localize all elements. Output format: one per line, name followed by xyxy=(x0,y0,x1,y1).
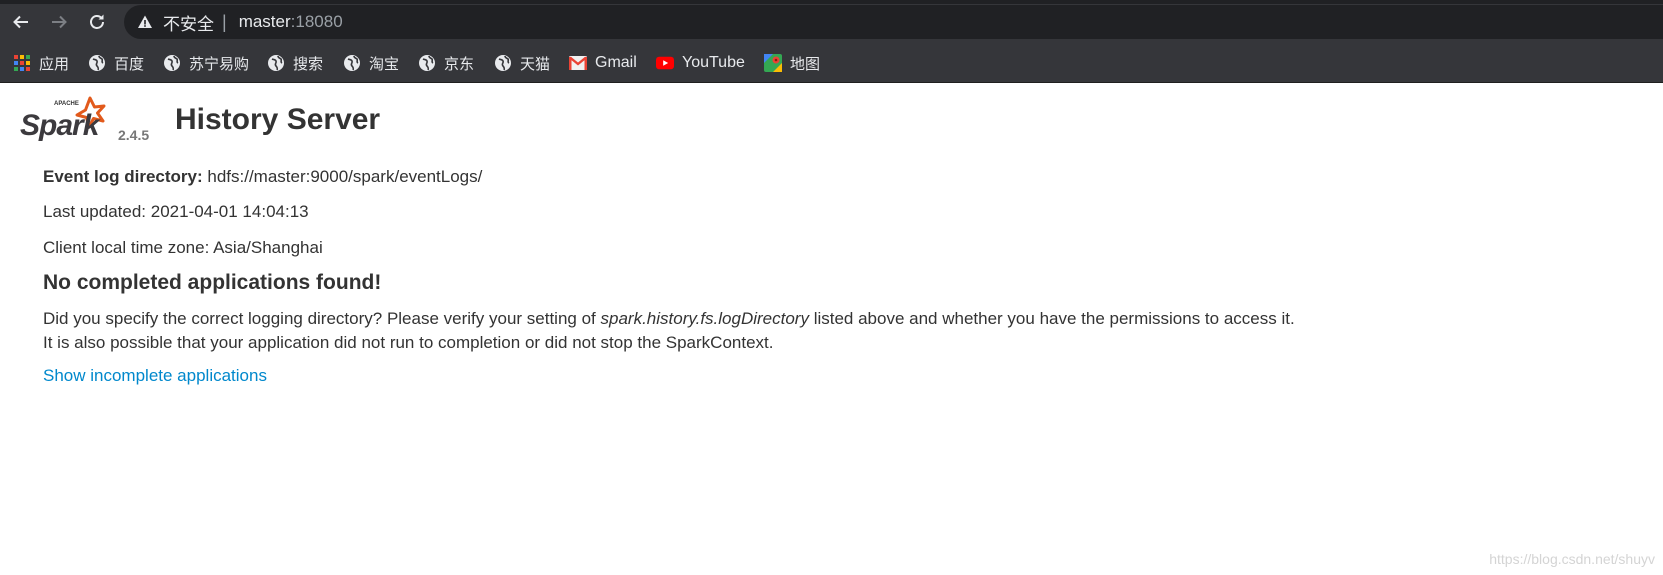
no-applications-heading: No completed applications found! xyxy=(43,271,382,294)
spark-wordmark: Spark xyxy=(20,109,101,142)
bookmark-search[interactable]: 搜索 xyxy=(267,44,323,82)
show-incomplete-applications-link[interactable]: Show incomplete applications xyxy=(43,366,267,386)
page-content: APACHE Spark 2.4.5 History Server Event … xyxy=(0,83,1663,575)
bookmark-label: 地图 xyxy=(790,54,821,73)
client-time-zone: Client local time zone: Asia/Shanghai xyxy=(43,238,323,257)
bookmark-label: YouTube xyxy=(682,54,745,71)
url-host: master xyxy=(238,12,291,31)
bookmark-label: Gmail xyxy=(595,54,637,71)
bookmark-apps[interactable]: 应用 xyxy=(13,44,69,82)
back-button[interactable] xyxy=(7,8,35,36)
tab-strip-edge xyxy=(0,0,1663,4)
back-arrow-icon xyxy=(13,15,28,29)
forward-arrow-icon xyxy=(52,15,67,29)
gmail-icon xyxy=(569,54,587,72)
spark-star-icon: APACHE Spark xyxy=(20,96,106,142)
watermark: https://blog.csdn.net/shuyv xyxy=(1489,551,1655,567)
bookmark-youtube[interactable]: YouTube xyxy=(656,44,745,82)
bookmark-label: 搜索 xyxy=(293,54,324,73)
url-port: :18080 xyxy=(290,12,343,31)
globe-icon xyxy=(88,54,106,72)
reload-icon xyxy=(90,14,104,29)
help-text-line-2: It is also possible that your applicatio… xyxy=(43,333,774,352)
globe-icon xyxy=(267,54,285,72)
globe-icon xyxy=(494,54,512,72)
event-log-directory: Event log directory: hdfs://master:9000/… xyxy=(43,167,482,187)
bookmark-maps[interactable]: 地图 xyxy=(764,44,820,82)
forward-button[interactable] xyxy=(45,8,73,36)
bookmark-suning[interactable]: 苏宁易购 xyxy=(163,44,249,82)
globe-icon xyxy=(418,54,436,72)
address-bar[interactable]: 不安全 | master:18080 xyxy=(124,5,1663,39)
maps-icon xyxy=(764,54,782,72)
spark-logo[interactable]: APACHE Spark xyxy=(18,95,114,143)
address-separator: | xyxy=(222,11,227,32)
bookmark-tmall[interactable]: 天猫 xyxy=(494,44,550,82)
help-text-line-1: Did you specify the correct logging dire… xyxy=(43,309,1295,329)
bookmark-baidu[interactable]: 百度 xyxy=(88,44,144,82)
globe-icon xyxy=(163,54,181,72)
event-log-label: Event log directory: xyxy=(43,167,203,186)
apps-grid-icon xyxy=(13,54,31,72)
globe-icon xyxy=(343,54,361,72)
youtube-icon xyxy=(656,54,674,72)
bookmark-label: 应用 xyxy=(39,54,70,73)
browser-toolbar: 不安全 | master:18080 xyxy=(0,0,1663,44)
last-updated: Last updated: 2021-04-01 14:04:13 xyxy=(43,202,309,221)
bookmark-label: 苏宁易购 xyxy=(189,54,250,73)
bookmark-label: 天猫 xyxy=(520,54,551,73)
bookmark-label: 淘宝 xyxy=(369,54,400,73)
bookmark-gmail[interactable]: Gmail xyxy=(569,44,637,82)
reload-button[interactable] xyxy=(83,8,111,36)
spark-version: 2.4.5 xyxy=(118,127,150,143)
security-status-label[interactable]: 不安全 xyxy=(163,10,214,35)
bookmark-label: 京东 xyxy=(444,54,475,73)
apache-wordmark: APACHE xyxy=(54,101,79,107)
bookmarks-bar: 应用 百度 苏宁易购 搜索 淘宝 京东 天猫 Gmail YouTube 地图 xyxy=(0,44,1663,83)
event-log-value: hdfs://master:9000/spark/eventLogs/ xyxy=(207,167,483,186)
bookmark-label: 百度 xyxy=(114,54,145,73)
help-text-end: listed above and whether you have the pe… xyxy=(808,309,1295,328)
bookmark-jd[interactable]: 京东 xyxy=(418,44,474,82)
warning-triangle-icon[interactable] xyxy=(137,14,153,30)
bookmark-taobao[interactable]: 淘宝 xyxy=(343,44,399,82)
help-text-start: Did you specify the correct logging dire… xyxy=(43,309,601,328)
config-key-name: spark.history.fs.logDirectory xyxy=(600,309,809,328)
page-title: History Server xyxy=(175,103,381,136)
